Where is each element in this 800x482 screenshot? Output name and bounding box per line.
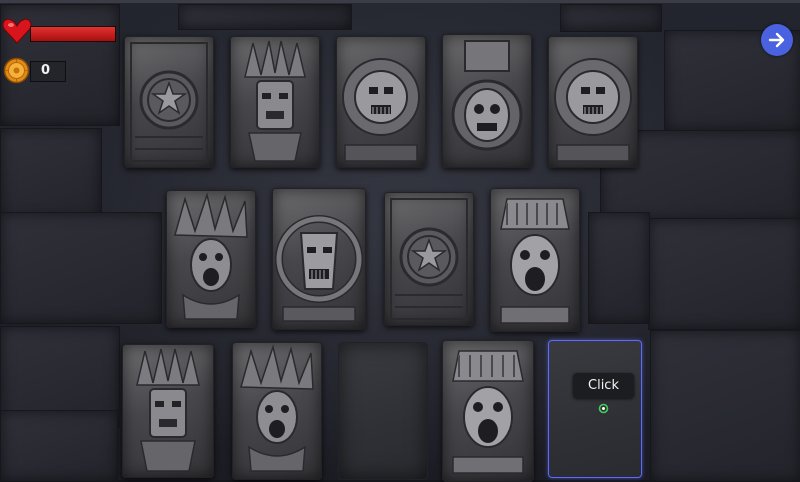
card-screaming-warrior[interactable] <box>166 190 256 328</box>
card-feathered-idol[interactable] <box>122 344 214 478</box>
health-bar-fill <box>31 27 115 41</box>
top-border <box>0 0 800 3</box>
card-sun-mask[interactable] <box>336 36 426 168</box>
click-tooltip: Click <box>573 373 634 398</box>
card-sun-mask[interactable] <box>548 36 638 168</box>
card-star-seal[interactable] <box>124 36 214 168</box>
wall-brick <box>0 212 162 324</box>
card-ring-mask[interactable] <box>272 188 366 330</box>
card-shield-mask[interactable] <box>442 34 532 168</box>
coin-count: 0 <box>41 63 51 78</box>
wall-brick <box>0 128 102 220</box>
wall-brick <box>648 218 800 330</box>
next-level-button[interactable] <box>761 24 793 56</box>
wall-brick <box>560 4 662 32</box>
card-screaming-idol[interactable] <box>490 188 580 332</box>
cursor-icon <box>598 403 609 414</box>
health-bar <box>30 26 116 42</box>
wall-brick <box>0 410 118 482</box>
wall-brick <box>178 4 352 30</box>
card-screaming-warrior[interactable] <box>232 342 322 480</box>
coin-counter: 0 <box>30 61 66 82</box>
coin-icon <box>3 57 30 84</box>
arrow-right-icon <box>768 32 785 48</box>
card-face-down[interactable] <box>338 342 428 480</box>
wall-brick <box>650 330 800 482</box>
card-feathered-idol[interactable] <box>230 36 320 168</box>
wall-brick <box>588 212 650 324</box>
card-screaming-idol[interactable] <box>442 340 534 482</box>
heart-icon <box>2 18 32 44</box>
card-star-seal[interactable] <box>384 192 474 326</box>
card-face-down-selected[interactable] <box>548 340 642 478</box>
